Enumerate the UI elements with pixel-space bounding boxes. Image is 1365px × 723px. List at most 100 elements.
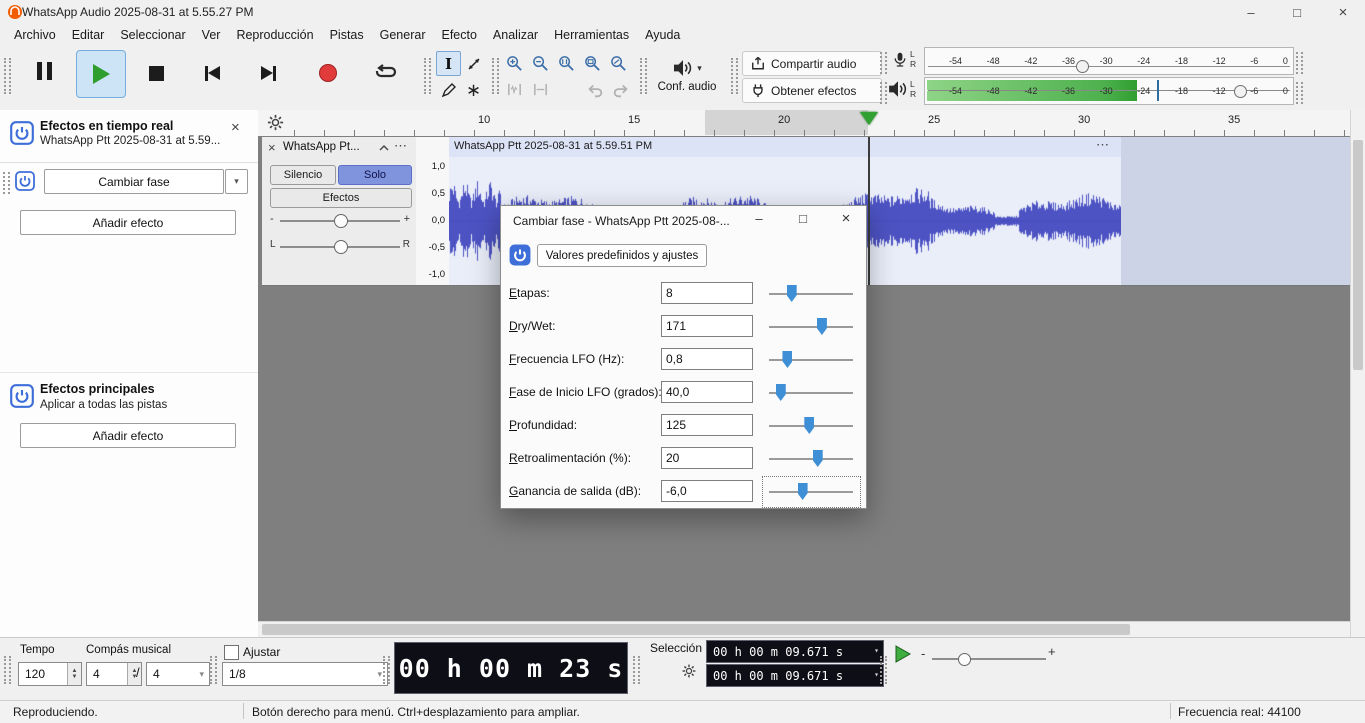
selection-toolbar-grip[interactable]: [633, 656, 640, 684]
share-audio-button[interactable]: Compartir audio: [742, 51, 882, 76]
panel-close-icon[interactable]: ×: [231, 119, 240, 136]
menu-archivo[interactable]: Archivo: [6, 25, 64, 45]
zoom-out-button[interactable]: [528, 51, 553, 76]
snap-toolbar-grip[interactable]: [210, 656, 217, 684]
snap-mode-select[interactable]: 1/8 ▾: [222, 662, 388, 686]
menu-efecto[interactable]: Efecto: [433, 25, 484, 45]
horizontal-scrollbar-thumb[interactable]: [262, 624, 1130, 635]
selection-tool-button[interactable]: I: [436, 51, 461, 76]
edit-toolbar-grip[interactable]: [492, 58, 499, 94]
tempo-input[interactable]: 120 ▲ ▼: [18, 662, 82, 686]
tempo-spinner[interactable]: ▲ ▼: [67, 663, 81, 685]
pause-button[interactable]: [20, 50, 68, 96]
play-at-speed-grip[interactable]: [880, 656, 887, 684]
menu-pistas[interactable]: Pistas: [322, 25, 372, 45]
output-gain-input[interactable]: [661, 480, 753, 502]
audio-setup-button[interactable]: ▾ Conf. audio: [650, 49, 724, 103]
menu-seleccionar[interactable]: Seleccionar: [112, 25, 193, 45]
trim-audio-button[interactable]: [502, 77, 527, 102]
timeline-ruler[interactable]: 10 15 20 25 30 35: [258, 110, 1365, 137]
play-button[interactable]: [76, 50, 126, 98]
menu-ver[interactable]: Ver: [194, 25, 229, 45]
skip-to-end-button[interactable]: [244, 50, 292, 96]
record-button[interactable]: [304, 50, 352, 96]
presets-settings-button[interactable]: Valores predefinidos y ajustes: [537, 244, 707, 267]
playback-meter-end-grip[interactable]: [1296, 82, 1303, 104]
recording-meter[interactable]: -54 -48 -42 -36 -30 -24 -18 -12 -6 0: [924, 47, 1294, 75]
dialog-close-button[interactable]: ×: [831, 210, 861, 227]
fit-project-button[interactable]: [580, 51, 605, 76]
track-menu-icon[interactable]: ⋯: [394, 138, 407, 154]
menu-herramientas[interactable]: Herramientas: [546, 25, 637, 45]
depth-slider[interactable]: [769, 414, 853, 438]
dialog-power-icon[interactable]: [509, 244, 531, 266]
slider-thumb[interactable]: [797, 483, 808, 500]
effect-options-button[interactable]: ▾: [225, 169, 248, 194]
loop-button[interactable]: [362, 50, 410, 96]
track-effects-button[interactable]: Efectos: [270, 188, 412, 208]
selection-options-gear-icon[interactable]: [681, 663, 697, 679]
stages-input[interactable]: [661, 282, 753, 304]
pan-slider-thumb[interactable]: [334, 240, 348, 254]
master-add-effect-button[interactable]: Añadir efecto: [20, 423, 236, 448]
playback-meter[interactable]: -54 -48 -42 -36 -30 -24 -18 -12 -6 0: [924, 77, 1294, 105]
fit-selection-button[interactable]: [554, 51, 579, 76]
track-collapse-chevron-icon[interactable]: [379, 145, 389, 151]
time-toolbar-grip[interactable]: [4, 656, 11, 684]
minimize-button[interactable]: –: [1229, 0, 1273, 24]
depth-input[interactable]: [661, 414, 753, 436]
horizontal-scrollbar[interactable]: [258, 621, 1350, 638]
maximize-button[interactable]: □: [1275, 0, 1319, 24]
envelope-tool-button[interactable]: [461, 51, 486, 76]
close-button[interactable]: ×: [1321, 0, 1365, 24]
time-signature-upper[interactable]: 4 ▲ ▼: [86, 662, 142, 686]
dialog-minimize-button[interactable]: –: [744, 211, 774, 226]
add-effect-button[interactable]: Añadir efecto: [20, 210, 236, 235]
selection-start-field[interactable]: 00 h 00 m 09.671 s ▾: [706, 640, 884, 663]
audio-setup-toolbar-grip[interactable]: [640, 58, 647, 94]
speed-slider-thumb[interactable]: [958, 653, 971, 666]
recording-meter-grip[interactable]: [880, 52, 887, 74]
stages-slider[interactable]: [769, 282, 853, 306]
stop-button[interactable]: [132, 50, 180, 96]
slider-thumb[interactable]: [804, 417, 815, 434]
zoom-in-button[interactable]: [502, 51, 527, 76]
silence-audio-button[interactable]: [528, 77, 553, 102]
undo-button[interactable]: [582, 77, 607, 102]
redo-button[interactable]: [608, 77, 633, 102]
menu-generar[interactable]: Generar: [372, 25, 434, 45]
menu-ayuda[interactable]: Ayuda: [637, 25, 688, 45]
selection-end-field[interactable]: 00 h 00 m 09.671 s ▾: [706, 664, 884, 687]
snap-checkbox[interactable]: [224, 645, 239, 660]
dialog-titlebar[interactable]: Cambiar fase - WhatsApp Ptt 2025-08-... …: [501, 206, 866, 236]
vertical-scrollbar-thumb[interactable]: [1353, 140, 1363, 370]
lfo-freq-slider[interactable]: [769, 348, 853, 372]
time-signature-lower[interactable]: 4 ▾: [146, 662, 210, 686]
lfo-phase-slider[interactable]: [769, 381, 853, 405]
menu-analizar[interactable]: Analizar: [485, 25, 546, 45]
recording-meter-end-grip[interactable]: [1296, 52, 1303, 74]
clip-title-bar[interactable]: WhatsApp Ptt 2025-08-31 at 5.59.51 PM ⋯: [449, 137, 1121, 158]
playback-meter-grip[interactable]: [880, 82, 887, 104]
effect-name-button[interactable]: Cambiar fase: [44, 169, 224, 194]
playhead-marker[interactable]: [860, 112, 878, 125]
drywet-input[interactable]: [661, 315, 753, 337]
gain-slider-thumb[interactable]: [334, 214, 348, 228]
tools-toolbar-grip[interactable]: [424, 58, 431, 94]
track-vertical-ruler[interactable]: 1,0 0,5 0,0 -0,5 -1,0: [416, 137, 450, 286]
solo-button[interactable]: Solo: [338, 165, 412, 185]
menu-reproduccion[interactable]: Reproducción: [228, 25, 321, 45]
slider-thumb[interactable]: [775, 384, 786, 401]
selection-beyond-clip[interactable]: [1121, 137, 1350, 286]
recording-volume-slider[interactable]: [1075, 60, 1089, 73]
zoom-toggle-button[interactable]: [606, 51, 631, 76]
effect-power-icon[interactable]: [15, 171, 35, 191]
play-at-speed-button[interactable]: [889, 641, 917, 667]
slider-thumb[interactable]: [786, 285, 797, 302]
clip-menu-icon[interactable]: ⋯: [1096, 137, 1109, 153]
get-effects-button[interactable]: Obtener efectos: [742, 78, 882, 103]
time-display-grip[interactable]: [383, 656, 390, 684]
gain-slider[interactable]: - +: [270, 211, 410, 231]
dialog-maximize-button[interactable]: □: [788, 211, 818, 226]
lfo-freq-input[interactable]: [661, 348, 753, 370]
